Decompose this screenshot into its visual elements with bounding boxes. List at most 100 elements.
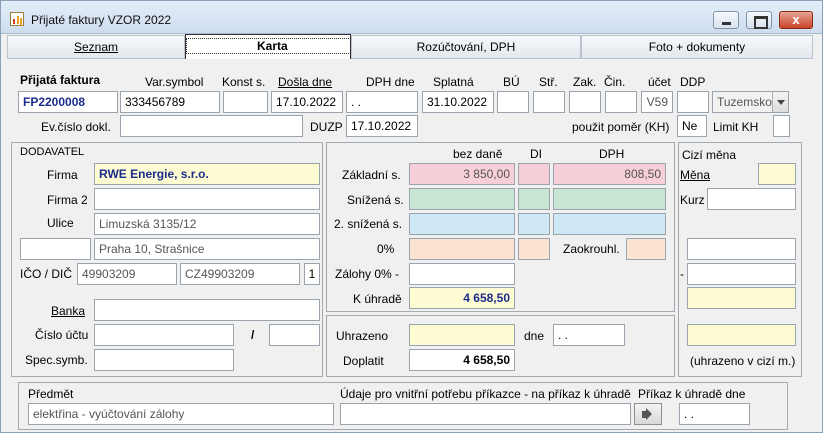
pouzit-pomer-field[interactable]: Ne: [677, 115, 707, 137]
zaokrouhl-label: Zaokrouhl.: [563, 242, 620, 256]
zakazka-field[interactable]: [569, 91, 601, 113]
snizena-di-field[interactable]: [518, 188, 550, 210]
foreign-amount-2[interactable]: [687, 263, 796, 285]
ico-dic-label: IČO / DIČ: [20, 267, 73, 281]
minimize-button[interactable]: [713, 11, 739, 29]
cizi-mena-heading: Cizí měna: [682, 148, 737, 162]
dosla-label: Došla dne: [278, 75, 333, 89]
tab-rozuctovani[interactable]: Rozúčtování, DPH: [351, 35, 581, 59]
speaker-icon[interactable]: [634, 403, 662, 425]
ev-cislo-label: Ev.číslo dokl.: [41, 120, 111, 134]
udaje-label: Údaje pro vnitřní potřebu příkazce - na …: [340, 387, 631, 401]
dosla-field[interactable]: 17.10.2022: [271, 91, 343, 113]
zalohy-label: Zálohy 0% -: [335, 267, 400, 281]
tuzemsko-value: Tuzemsko: [717, 95, 772, 109]
snizena-dph-field[interactable]: [553, 188, 666, 210]
supplier-heading: DODAVATEL: [20, 146, 85, 158]
cislo-uctu-label: Číslo účtu: [35, 328, 89, 342]
predmet-label: Předmět: [28, 387, 74, 401]
uhrazeno-dne-field[interactable]: . .: [553, 324, 625, 346]
dic-flag-field[interactable]: 1: [304, 263, 320, 285]
mesto-field[interactable]: Praha 10, Strašnice: [94, 238, 320, 260]
uhrazeno-cizi-note: (uhrazeno v cizí m.): [690, 354, 796, 368]
bez-dane-header: bez daně: [453, 147, 503, 161]
invoice-heading: Přijatá faktura: [20, 73, 101, 87]
nula-bez-field[interactable]: [409, 238, 515, 260]
cislo-uctu-field[interactable]: [94, 324, 234, 346]
limit-kh-field[interactable]: [773, 115, 790, 137]
ev-cislo-field[interactable]: [120, 115, 303, 137]
invoice-number-field[interactable]: FP2200008: [18, 91, 118, 113]
foreign-amount-1[interactable]: [687, 238, 796, 260]
tab-bar: Seznam Karta Rozúčtování, DPH Foto + dok…: [7, 34, 813, 59]
uhrazeno-field[interactable]: [409, 324, 515, 346]
kurz-field[interactable]: [707, 188, 796, 210]
doplatit-label: Doplatit: [343, 354, 384, 368]
tab-foto-dokumenty[interactable]: Foto + dokumenty: [581, 35, 813, 59]
k-uhrade-field[interactable]: 4 658,50: [409, 287, 515, 309]
dph-header: DPH: [599, 147, 625, 161]
ucet-field[interactable]: V59: [641, 91, 673, 113]
banka-field[interactable]: [94, 299, 320, 321]
mena-field[interactable]: [758, 163, 796, 185]
nula-di-field[interactable]: [518, 238, 550, 260]
snizena2-di-field[interactable]: [518, 213, 550, 235]
var-symbol-field[interactable]: 333456789: [120, 91, 220, 113]
doplatit-field[interactable]: 4 658,50: [409, 349, 515, 371]
stredisko-field[interactable]: [533, 91, 565, 113]
chart-app-icon: [10, 12, 24, 26]
tuzemsko-select[interactable]: Tuzemsko: [712, 91, 789, 113]
udaje-field[interactable]: [340, 403, 631, 425]
konst-label: Konst s.: [222, 75, 266, 89]
bu-field[interactable]: [497, 91, 529, 113]
ulice-field[interactable]: Limuzská 3135/12: [94, 213, 320, 235]
foreign-k-uhrade[interactable]: [687, 287, 796, 309]
foreign-uhrazeno[interactable]: [687, 324, 796, 346]
close-button[interactable]: x: [779, 11, 813, 29]
uhrazeno-label: Uhrazeno: [336, 329, 389, 343]
k-uhrade-label: K úhradě: [353, 292, 402, 306]
splatna-field[interactable]: 31.10.2022: [422, 91, 494, 113]
psc-field[interactable]: [20, 238, 91, 260]
zakladni-dph-field[interactable]: 808,50: [553, 163, 666, 185]
stredisko-label: Stř.: [539, 75, 558, 89]
splatna-label: Splatná: [433, 75, 474, 89]
di-header: DI: [530, 147, 542, 161]
dph-dne-field[interactable]: . .: [346, 91, 418, 113]
spec-symb-label: Spec.symb.: [25, 353, 88, 367]
duzp-field[interactable]: 17.10.2022: [346, 115, 418, 137]
window-title: Přijaté faktury VZOR 2022: [31, 13, 172, 27]
spec-symb-field[interactable]: [94, 349, 234, 371]
snizena2-dph-field[interactable]: [553, 213, 666, 235]
zakladni-label: Základní s.: [342, 168, 401, 182]
firma-field[interactable]: RWE Energie, s.r.o.: [94, 163, 320, 185]
ucet-label: účet: [648, 75, 671, 89]
prikaz-dne-field[interactable]: . .: [679, 403, 750, 425]
konst-field[interactable]: [223, 91, 268, 113]
ddp-field[interactable]: [677, 91, 709, 113]
zakladni-bez-field[interactable]: 3 850,00: [409, 163, 515, 185]
chevron-down-icon[interactable]: [772, 92, 788, 112]
ddp-label: DDP: [680, 75, 706, 89]
cinnost-field[interactable]: [605, 91, 637, 113]
nula-label: 0%: [377, 242, 395, 256]
maximize-button[interactable]: [746, 11, 772, 29]
zakladni-di-field[interactable]: [518, 163, 550, 185]
snizena2-bez-field[interactable]: [409, 213, 515, 235]
snizena-bez-field[interactable]: [409, 188, 515, 210]
mena-label: Měna: [680, 168, 711, 182]
tab-seznam[interactable]: Seznam: [7, 35, 185, 59]
zaokrouhl-field[interactable]: [626, 238, 666, 260]
firma2-field[interactable]: [94, 188, 320, 210]
var-symbol-label: Var.symbol: [145, 75, 204, 89]
kod-banky-field[interactable]: [269, 324, 320, 346]
cinnost-label: Čin.: [604, 75, 626, 89]
dph-dne-label: DPH dne: [366, 75, 415, 89]
ico-field[interactable]: 49903209: [77, 263, 177, 285]
zalohy-field[interactable]: [409, 263, 515, 285]
firma-label: Firma: [47, 168, 78, 182]
dic-field[interactable]: CZ49903209: [180, 263, 300, 285]
ulice-label: Ulice: [47, 216, 74, 230]
tab-karta[interactable]: Karta: [185, 34, 359, 59]
predmet-field[interactable]: elektřina - vyúčtování zálohy: [28, 403, 334, 425]
